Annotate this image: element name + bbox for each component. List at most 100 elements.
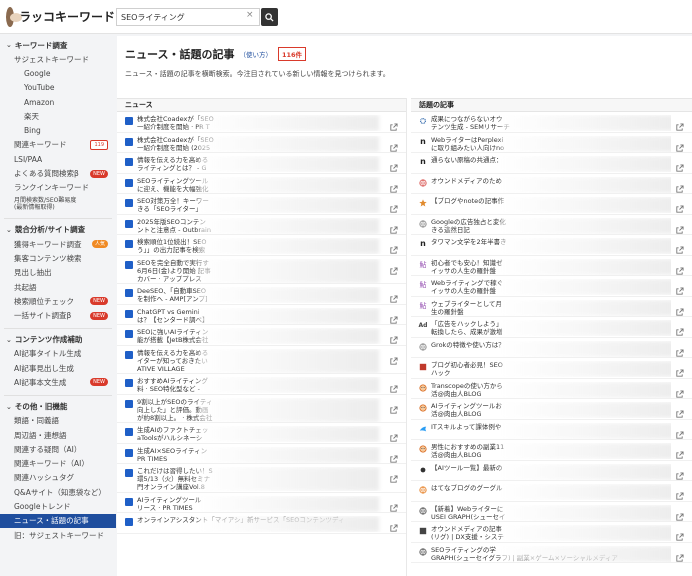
- external-link-icon[interactable]: [389, 310, 398, 324]
- external-link-icon[interactable]: [389, 428, 398, 442]
- news-item[interactable]: 2025年版SEOコンテン ントと注意点 - Outbrain: [117, 215, 406, 235]
- news-title[interactable]: オンラインアシスタント「マイアシ」新サービス「SEOコンテンツディ: [137, 516, 385, 532]
- sidebar-item[interactable]: AI記事タイトル生成: [0, 347, 116, 361]
- news-title[interactable]: SEOライティングツール に迎え、機能を大幅強化: [137, 176, 385, 193]
- sidebar-section-keyword[interactable]: ⌄ キーワード調査: [0, 38, 116, 52]
- topic-title[interactable]: オウンドメディアの記事 (リグ) | DX支援・システ: [431, 525, 671, 541]
- sidebar-item[interactable]: 見出し抽出: [0, 266, 116, 280]
- topic-item[interactable]: Ad 「広告をハックしよう」 転換したら、成果が激増: [411, 317, 692, 338]
- news-item[interactable]: 生成AIのファクトチェッ aToolsがハルシネーシ: [117, 423, 406, 444]
- sidebar-section-competitor[interactable]: ⌄ 競合分析/サイト調査: [0, 223, 116, 237]
- external-link-icon[interactable]: [675, 425, 684, 439]
- external-link-icon[interactable]: [675, 302, 684, 316]
- topic-item[interactable]: Googleの広告独占と変化 きる這然日記: [411, 215, 692, 235]
- topic-title[interactable]: WebライターはPerplexi に取り組みたい人向けno: [431, 135, 671, 152]
- external-link-icon[interactable]: [389, 351, 398, 365]
- external-link-icon[interactable]: [675, 466, 684, 480]
- topic-item[interactable]: SEOライティングの学GRAPH(シューセイグラフ) | 副業×ゲーム×ソーシャ…: [411, 543, 692, 563]
- external-link-icon[interactable]: [675, 548, 684, 562]
- external-link-icon[interactable]: [675, 322, 684, 336]
- topic-title[interactable]: 初心者でも安心！知識ゼ イッサの人生の羅針盤: [431, 258, 671, 275]
- sidebar-item[interactable]: 検索順位チェック NEW: [0, 294, 116, 308]
- sidebar-item[interactable]: 旧：サジェストキーワード: [0, 528, 116, 542]
- external-link-icon[interactable]: [675, 343, 684, 357]
- news-item[interactable]: AIライティングツール リース · PR TIMES: [117, 493, 406, 513]
- sidebar-item[interactable]: 集客コンテンツ検索: [0, 251, 116, 265]
- external-link-icon[interactable]: [675, 363, 684, 377]
- topic-title[interactable]: Googleの広告独占と変化 きる這然日記: [431, 217, 671, 234]
- topic-title[interactable]: ブログ初心者必見！SEO ハック: [431, 361, 671, 377]
- sidebar-item[interactable]: LSI/PAA: [0, 152, 116, 166]
- topic-item[interactable]: Grokの特徴や使い方は？: [411, 338, 692, 358]
- topic-item[interactable]: オウンドメディアのため: [411, 174, 692, 194]
- external-link-icon[interactable]: [675, 199, 684, 213]
- external-link-icon[interactable]: [675, 117, 684, 131]
- external-link-icon[interactable]: [389, 220, 398, 234]
- external-link-icon[interactable]: [389, 158, 398, 172]
- sidebar-item[interactable]: 楽天: [0, 109, 116, 123]
- topic-title[interactable]: 男性におすすめの副業11 活@肉由人BLOG: [431, 443, 671, 459]
- news-item[interactable]: SEO対策万全！キーワー きる「SEOライター」: [117, 194, 406, 215]
- news-item[interactable]: 株式会社Coadexが「SEO 一紹介制度を開始 · PR T: [117, 112, 406, 133]
- topic-item[interactable]: ブログ初心者必見！SEO ハック: [411, 358, 692, 379]
- external-link-icon[interactable]: [675, 179, 684, 193]
- news-item[interactable]: 生成AI×SEOライティン PR TIMES: [117, 444, 406, 464]
- external-link-icon[interactable]: [389, 179, 398, 193]
- topic-title[interactable]: AIライティングツールお 活@肉由人BLOG: [431, 402, 671, 418]
- sidebar-section-other[interactable]: ⌄ その他・旧機能: [0, 400, 116, 414]
- topic-item[interactable]: n 通らない原稿の共通点：: [411, 153, 692, 174]
- topic-title[interactable]: 「広告をハックしよう」 転換したら、成果が激増: [431, 320, 671, 336]
- external-link-icon[interactable]: [675, 527, 684, 541]
- topic-item[interactable]: 鮎 Webライティングで稼ぐ イッサの人生の羅針盤: [411, 276, 692, 297]
- topic-title[interactable]: 【AIツール一覧】最新の: [431, 463, 671, 480]
- news-item[interactable]: SEOを完全自動で実行す 6月6日(金)より開始 記事 カバー · アッププレス: [117, 256, 406, 284]
- topic-item[interactable]: AIライティングツールお 活@肉由人BLOG: [411, 399, 692, 420]
- sidebar-item[interactable]: 関連キーワード 119: [0, 138, 116, 152]
- topic-title[interactable]: Grokの特徴や使い方は？: [431, 340, 671, 357]
- topic-item[interactable]: 【ブログやnoteの記事作: [411, 194, 692, 215]
- external-link-icon[interactable]: [389, 498, 398, 512]
- topic-title[interactable]: はてなブログのグーグル: [431, 484, 671, 500]
- topic-title[interactable]: オウンドメディアのため: [431, 176, 671, 193]
- topic-title[interactable]: 【新着】Webライターに USEI GRAPH(シューセイ: [431, 504, 671, 521]
- topic-item[interactable]: ITスキルよって課体例や: [411, 420, 692, 440]
- news-item[interactable]: DeeSEO、「自動車SEO を制作へ - AMP[アンプ]: [117, 284, 406, 305]
- news-item[interactable]: 株式会社Coadexが「SEO 一紹介制度を開始 (2025: [117, 133, 406, 153]
- topic-item[interactable]: はてなブログのグーグル: [411, 481, 692, 502]
- news-title[interactable]: AIライティングツール リース · PR TIMES: [137, 495, 385, 512]
- external-link-icon[interactable]: [389, 261, 398, 275]
- news-item[interactable]: 検索順位1位続出！SEO う」」の出力記事を検索: [117, 235, 406, 256]
- external-link-icon[interactable]: [675, 138, 684, 152]
- sidebar-item[interactable]: サジェストキーワード: [0, 52, 116, 66]
- sidebar-item[interactable]: Googleトレンド: [0, 499, 116, 513]
- news-title[interactable]: 情報を伝える力を高める ライティングとは？ - G: [137, 156, 385, 172]
- external-link-icon[interactable]: [389, 289, 398, 303]
- news-title[interactable]: おすすめAIライティング料 · SEO特化型など -: [137, 377, 385, 393]
- topic-item[interactable]: n タワマン文学を2年半書き: [411, 235, 692, 256]
- topic-item[interactable]: 【AIツール一覧】最新の: [411, 461, 692, 481]
- topic-item[interactable]: n WebライターはPerplexi に取り組みたい人向けno: [411, 133, 692, 153]
- external-link-icon[interactable]: [389, 240, 398, 254]
- external-link-icon[interactable]: [675, 240, 684, 254]
- external-link-icon[interactable]: [389, 117, 398, 131]
- sidebar-item[interactable]: AI記事本文生成 NEW: [0, 375, 116, 389]
- sidebar-item[interactable]: 関連ハッシュタグ: [0, 471, 116, 485]
- topic-item[interactable]: 男性におすすめの副業11 活@肉由人BLOG: [411, 440, 692, 461]
- topic-title[interactable]: SEOライティングの学GRAPH(シューセイグラフ) | 副業×ゲーム×ソーシャ…: [431, 545, 671, 562]
- topic-title[interactable]: Webライティングで稼ぐ イッサの人生の羅針盤: [431, 279, 671, 295]
- sidebar-item[interactable]: 月間検索数/SEO難易度 (最新情報取得): [0, 195, 116, 213]
- topic-item[interactable]: 鮎初心者でも安心！知識ゼ イッサの人生の羅針盤: [411, 256, 692, 276]
- news-item[interactable]: 9割以上がSEOのライティ 向上した」と評価。動画 が約8割以上。 · 株式会社: [117, 395, 406, 423]
- sidebar-item[interactable]: AI記事見出し生成: [0, 361, 116, 375]
- search-button[interactable]: [261, 8, 278, 26]
- news-title[interactable]: 9割以上がSEOのライティ 向上した」と評価。動画 が約8割以上。 · 株式会社: [137, 397, 385, 422]
- external-link-icon[interactable]: [389, 330, 398, 344]
- topic-item[interactable]: 成果につながらないオウ テンツ生成 - SEMリサーチ: [411, 112, 692, 133]
- news-title[interactable]: 株式会社Coadexが「SEO 一紹介制度を開始 · PR T: [137, 115, 385, 131]
- news-title[interactable]: SEOを完全自動で実行す 6月6日(金)より開始 記事 カバー · アッププレス: [137, 258, 385, 283]
- topic-title[interactable]: Transcopeの使い方から 活@肉由人BLOG: [431, 381, 671, 398]
- sidebar-item[interactable]: Q&Aサイト（知恵袋など）: [0, 485, 116, 499]
- news-title[interactable]: 検索順位1位続出！SEO う」」の出力記事を検索: [137, 238, 385, 254]
- topic-item[interactable]: 鮎ウェブライターとして月 生の羅針盤: [411, 297, 692, 317]
- news-item[interactable]: 情報を伝える力を高める イターが知っておきたい ATIVE VILLAGE: [117, 346, 406, 374]
